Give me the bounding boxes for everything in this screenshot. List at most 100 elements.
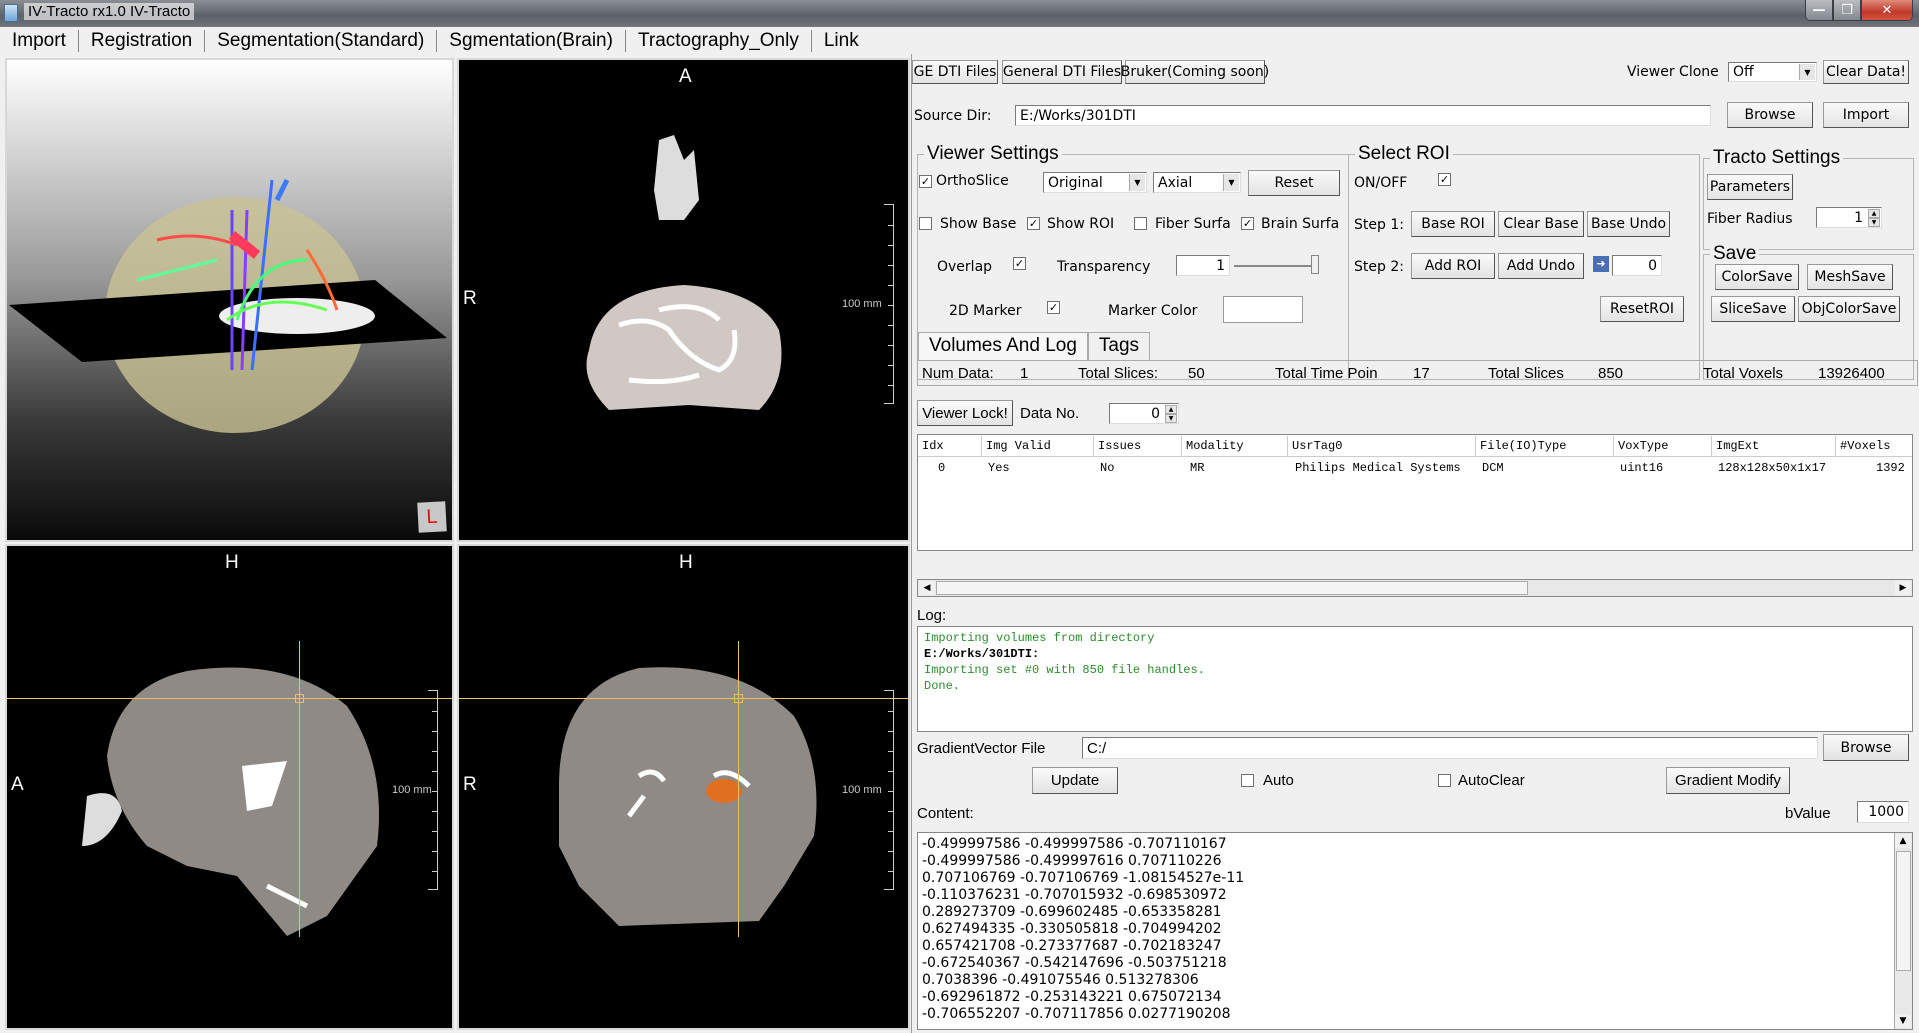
gradient-file-input[interactable]: C:/ [1082, 737, 1818, 759]
viewer-coronal[interactable]: H R 100 mm [457, 544, 910, 1030]
reset-button[interactable]: Reset [1248, 170, 1340, 196]
add-undo-button[interactable]: Add Undo [1498, 253, 1584, 279]
transparency-slider[interactable] [1234, 265, 1318, 267]
plane-select-value: Axial [1158, 174, 1193, 191]
gradient-line: 0.289273709 -0.699602485 -0.653358281 [922, 904, 1222, 920]
column-header[interactable]: #Voxels [1836, 436, 1912, 456]
gradient-content-textarea[interactable]: -0.499997586 -0.499997586 -0.707110167 -… [917, 832, 1913, 1030]
scroll-right-icon[interactable]: ▶ [1895, 581, 1911, 595]
mode-select[interactable]: Original ▼ [1043, 172, 1147, 193]
slice-save-button[interactable]: SliceSave [1711, 296, 1795, 322]
orthoslice-label: OrthoSlice [936, 173, 1009, 189]
marker-color-swatch[interactable] [1223, 296, 1303, 323]
ge-dti-files-button[interactable]: GE DTI Files [912, 60, 998, 84]
menu-registration[interactable]: Registration [79, 29, 206, 52]
spin-down-icon[interactable]: ▼ [1165, 414, 1177, 423]
spin-up-icon[interactable]: ▲ [1868, 209, 1880, 218]
auto-checkbox[interactable] [1241, 774, 1254, 787]
viewer-lock-button[interactable]: Viewer Lock! [917, 400, 1013, 426]
column-header[interactable]: UsrTag0 [1288, 436, 1476, 456]
minimize-button[interactable]: — [1805, 0, 1833, 21]
plane-select[interactable]: Axial ▼ [1153, 172, 1241, 193]
update-button[interactable]: Update [1032, 767, 1118, 794]
brain-3d-render [9, 178, 447, 433]
add-roi-button[interactable]: Add ROI [1411, 253, 1495, 279]
show-roi-label: Show ROI [1047, 216, 1115, 232]
fiber-surface-checkbox[interactable] [1134, 217, 1147, 230]
show-base-checkbox[interactable] [919, 217, 932, 230]
menu-segmentation-brain[interactable]: Sgmentation(Brain) [437, 29, 626, 52]
mesh-save-button[interactable]: MeshSave [1807, 264, 1893, 290]
scroll-down-icon[interactable]: ▼ [1895, 1014, 1911, 1028]
spin-down-icon[interactable]: ▼ [1868, 218, 1880, 227]
menu-link[interactable]: Link [812, 30, 871, 52]
column-header[interactable]: VoxType [1614, 436, 1712, 456]
table-horizontal-scrollbar[interactable]: ◀ ▶ [917, 579, 1913, 597]
scrollbar-thumb[interactable] [1896, 851, 1911, 971]
scrollbar-thumb[interactable] [936, 581, 1528, 595]
crosshair-marker[interactable] [295, 694, 304, 703]
overlap-checkbox[interactable]: ✓ [1013, 257, 1026, 270]
viewer-clone-select[interactable]: Off ▼ [1728, 62, 1817, 82]
column-header[interactable]: Idx [918, 436, 982, 456]
gradient-browse-button[interactable]: Browse [1823, 734, 1909, 761]
volumes-table[interactable]: Idx Img Valid Issues Modality UsrTag0 Fi… [917, 434, 1913, 551]
brain-surface-label: Brain Surfa [1261, 216, 1340, 232]
restore-button[interactable]: ❐ [1833, 0, 1861, 21]
bvalue-input[interactable]: 1000 [1857, 801, 1909, 823]
scroll-up-icon[interactable]: ▲ [1895, 834, 1911, 848]
bruker-button[interactable]: Bruker(Coming soon) [1121, 60, 1269, 84]
column-header[interactable]: Issues [1094, 436, 1182, 456]
base-undo-button[interactable]: Base Undo [1587, 211, 1670, 237]
column-header[interactable]: ImgExt [1712, 436, 1836, 456]
column-header[interactable]: Modality [1182, 436, 1288, 456]
column-header[interactable]: File(IO)Type [1476, 436, 1614, 456]
clear-base-button[interactable]: Clear Base [1498, 211, 1584, 237]
general-dti-files-button[interactable]: General DTI Files [1002, 60, 1122, 84]
clear-data-button[interactable]: Clear Data! [1823, 60, 1909, 84]
log-output[interactable]: Importing volumes from directory E:/Work… [917, 626, 1913, 732]
transparency-slider-thumb[interactable] [1311, 255, 1319, 274]
obj-color-save-button[interactable]: ObjColorSave [1798, 296, 1900, 322]
marker-2d-checkbox[interactable]: ✓ [1047, 301, 1060, 314]
viewer-3d[interactable]: L [5, 58, 454, 542]
total-slices-label: Total Slices: [1078, 365, 1159, 382]
menu-import[interactable]: Import [0, 29, 79, 52]
orthoslice-checkbox[interactable]: ✓ [919, 175, 932, 188]
content-vertical-scrollbar[interactable]: ▲ ▼ [1894, 833, 1912, 1029]
data-no-spinner[interactable]: ▲ ▼ [1165, 405, 1177, 423]
brain-surface-checkbox[interactable]: ✓ [1241, 217, 1254, 230]
auto-clear-checkbox[interactable] [1438, 774, 1451, 787]
data-no-input[interactable]: 0 ▲ ▼ [1109, 403, 1179, 424]
roi-index-input[interactable]: 0 [1612, 255, 1662, 276]
table-row[interactable]: 0 Yes No MR Philips Medical Systems DCM … [918, 457, 1912, 475]
spin-up-icon[interactable]: ▲ [1165, 405, 1177, 414]
source-dir-input[interactable]: E:/Works/301DTI [1015, 105, 1711, 126]
color-save-button[interactable]: ColorSave [1715, 264, 1799, 290]
reset-roi-button[interactable]: ResetROI [1600, 296, 1684, 322]
scroll-left-icon[interactable]: ◀ [919, 581, 935, 595]
fiber-radius-spinner[interactable]: ▲ ▼ [1868, 209, 1880, 227]
step1-label: Step 1: [1354, 217, 1404, 233]
viewer-axial[interactable]: A R 100 mm [457, 58, 910, 542]
chevron-down-icon: ▼ [1129, 174, 1145, 191]
crosshair-marker[interactable] [734, 694, 743, 703]
menu-tractography-only[interactable]: Tractography_Only [626, 29, 812, 52]
show-roi-checkbox[interactable]: ✓ [1027, 217, 1040, 230]
gradient-modify-button[interactable]: Gradient Modify [1666, 767, 1790, 794]
fiber-radius-input[interactable]: 1 ▲ ▼ [1816, 207, 1882, 228]
tab-tags[interactable]: Tags [1087, 332, 1151, 360]
base-roi-button[interactable]: Base ROI [1411, 211, 1495, 237]
orientation-marker: L [417, 501, 447, 533]
transparency-input[interactable]: 1 [1176, 255, 1230, 276]
column-header[interactable]: Img Valid [982, 436, 1094, 456]
menu-segmentation-standard[interactable]: Segmentation(Standard) [205, 29, 438, 52]
cell-imgext: 128x128x50x1x17 [1718, 461, 1827, 475]
roi-on-off-checkbox[interactable]: ✓ [1438, 173, 1451, 186]
browse-button[interactable]: Browse [1727, 102, 1813, 128]
viewer-sagittal[interactable]: H A 100 mm [5, 544, 454, 1030]
tab-volumes-and-log[interactable]: Volumes And Log [918, 332, 1088, 360]
close-button[interactable]: ✕ [1861, 0, 1913, 21]
parameters-button[interactable]: Parameters [1707, 174, 1793, 200]
import-button[interactable]: Import [1823, 102, 1909, 128]
